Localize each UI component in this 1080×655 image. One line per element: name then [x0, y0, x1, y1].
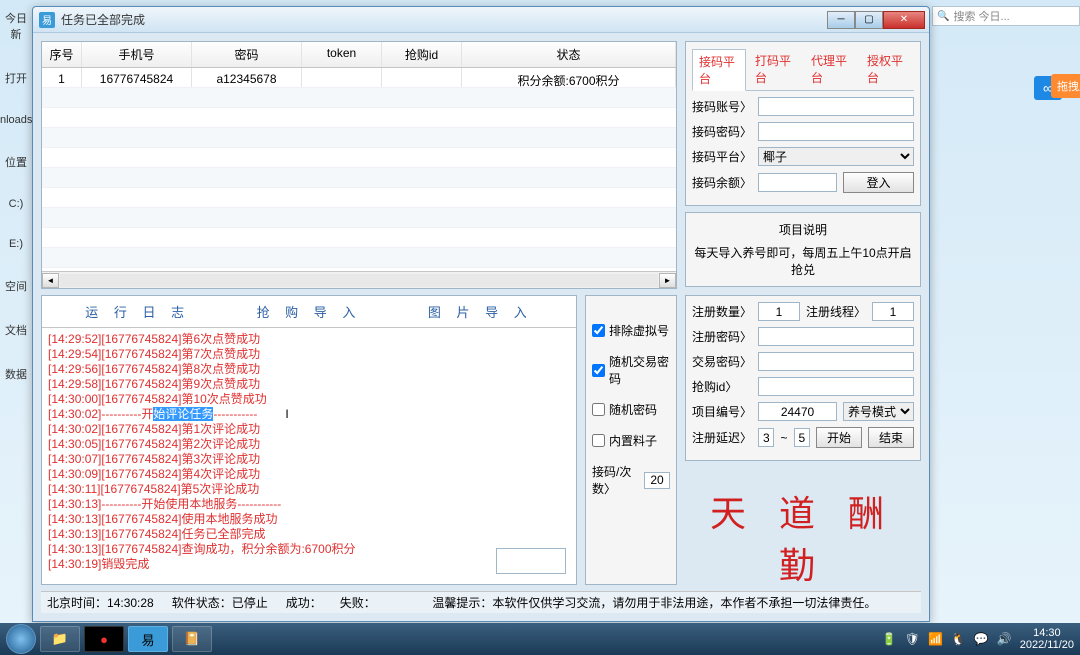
scroll-left-icon[interactable]: ◄	[42, 273, 59, 288]
platform-panel: 接码平台 打码平台 代理平台 授权平台 接码账号〉 接码密码〉 接码平台〉 椰子…	[685, 41, 921, 206]
chk-exclude-virtual[interactable]: 排除虚拟号	[592, 322, 670, 339]
log-tab-image[interactable]: 图 片 导 入	[428, 302, 533, 321]
app-window: 易 任务已全部完成 ─ ▢ ✕ 序号 手机号 密码 token 抢购id 状态	[32, 6, 930, 622]
desc-body: 每天导入养号即可，每周五上午10点开启抢兑	[690, 244, 916, 278]
titlebar[interactable]: 易 任务已全部完成 ─ ▢ ✕	[33, 7, 929, 33]
search-icon: 🔍	[937, 11, 949, 22]
project-mode-select[interactable]: 养号模式	[843, 402, 914, 421]
register-panel: 注册数量〉 注册线程〉 注册密码〉 交易密码〉 抢购id〉 项目编号〉 养号模式	[685, 295, 921, 585]
tray-wechat-icon[interactable]: 💬	[974, 632, 989, 646]
tab-jiema[interactable]: 接码平台	[692, 49, 746, 91]
chk-random-pwd[interactable]: 随机密码	[592, 401, 670, 418]
jm-login-button[interactable]: 登入	[843, 172, 914, 193]
table-row[interactable]: 1 16776745824 a12345678 积分余额:6700积分	[42, 68, 676, 88]
log-tab-import[interactable]: 抢 购 导 入	[257, 302, 362, 321]
project-id-input[interactable]	[758, 402, 837, 421]
system-tray[interactable]: 🔋 🛡 📶 🐧 💬 🔊 14:30 2022/11/20	[882, 627, 1074, 651]
taskbar[interactable]: 📁 ● 易 📔 🔋 🛡 📶 🐧 💬 🔊 14:30 2022/11/20	[0, 623, 1080, 655]
jm-balance-input[interactable]	[758, 173, 837, 192]
log-panel: 运 行 日 志 抢 购 导 入 图 片 导 入 [14:29:52][16776…	[41, 295, 577, 585]
start-button[interactable]: 开始	[816, 427, 862, 448]
window-title: 任务已全部完成	[61, 11, 827, 28]
taskbar-explorer-icon[interactable]: 📁	[40, 626, 80, 652]
chk-random-trade-pwd[interactable]: 随机交易密码	[592, 353, 670, 387]
tray-network-icon[interactable]: 📶	[928, 632, 943, 646]
app-icon: 易	[39, 12, 55, 28]
taskbar-record-icon[interactable]: ●	[84, 626, 124, 652]
maximize-button[interactable]: ▢	[855, 11, 883, 29]
tray-shield-icon[interactable]: 🛡	[905, 632, 920, 646]
delay-max-input[interactable]	[794, 428, 810, 447]
qianggou-id-input[interactable]	[758, 377, 914, 396]
tray-volume-icon[interactable]: 🔊	[997, 632, 1012, 646]
delay-min-input[interactable]	[758, 428, 774, 447]
reg-count-input[interactable]	[758, 302, 800, 321]
jm-password-input[interactable]	[758, 122, 914, 141]
desktop-search[interactable]: 🔍 搜索 今日...	[932, 6, 1080, 26]
tray-qq-icon[interactable]: 🐧	[951, 632, 966, 646]
trade-password-input[interactable]	[758, 352, 914, 371]
taskbar-notes-icon[interactable]: 📔	[172, 626, 212, 652]
taskbar-app-icon[interactable]: 易	[128, 626, 168, 652]
drag-upload-button[interactable]: 拖拽上	[1051, 74, 1080, 98]
desktop-right-partial: 🔍 搜索 今日...	[932, 6, 1080, 26]
reg-thread-input[interactable]	[872, 302, 914, 321]
tab-shouquan[interactable]: 授权平台	[860, 48, 914, 90]
jm-platform-select[interactable]: 椰子	[758, 147, 914, 166]
statusbar: 北京时间：14:30:28 软件状态：已停止 成功： 失败： 温馨提示：本软件仅…	[41, 591, 921, 613]
close-button[interactable]: ✕	[883, 11, 925, 29]
log-tab-run[interactable]: 运 行 日 志	[85, 302, 190, 321]
accounts-grid[interactable]: 序号 手机号 密码 token 抢购id 状态 1 16776745824 a1…	[41, 41, 677, 289]
motto-text: 天 道 酬 勤	[685, 485, 921, 589]
log-preview-box	[496, 548, 566, 574]
sms-count-input[interactable]	[644, 472, 670, 489]
log-body[interactable]: [14:29:52][16776745824]第6次点赞成功 [14:29:54…	[42, 327, 576, 584]
end-button[interactable]: 结束	[868, 427, 914, 448]
options-panel: 排除虚拟号 随机交易密码 随机密码 内置料子 接码/次数〉	[585, 295, 677, 585]
horizontal-scrollbar[interactable]: ◄ ►	[42, 271, 676, 288]
project-desc-panel: 项目说明 每天导入养号即可，每周五上午10点开启抢兑	[685, 212, 921, 287]
scroll-right-icon[interactable]: ►	[659, 273, 676, 288]
desktop-left-partial: 今日新 打开 nloads 位置 C:) E:) 空间 文档 数据	[0, 0, 32, 655]
grid-header: 序号 手机号 密码 token 抢购id 状态	[42, 42, 676, 68]
reg-password-input[interactable]	[758, 327, 914, 346]
tray-clock[interactable]: 14:30 2022/11/20	[1020, 627, 1074, 651]
start-button-icon[interactable]	[6, 624, 36, 654]
minimize-button[interactable]: ─	[827, 11, 855, 29]
search-placeholder: 搜索 今日...	[953, 8, 1009, 24]
chk-builtin-data[interactable]: 内置料子	[592, 432, 670, 449]
jm-account-input[interactable]	[758, 97, 914, 116]
tab-dama[interactable]: 打码平台	[748, 48, 802, 90]
desc-title: 项目说明	[690, 221, 916, 238]
tray-battery-icon[interactable]: 🔋	[882, 632, 897, 646]
tab-daili[interactable]: 代理平台	[804, 48, 858, 90]
